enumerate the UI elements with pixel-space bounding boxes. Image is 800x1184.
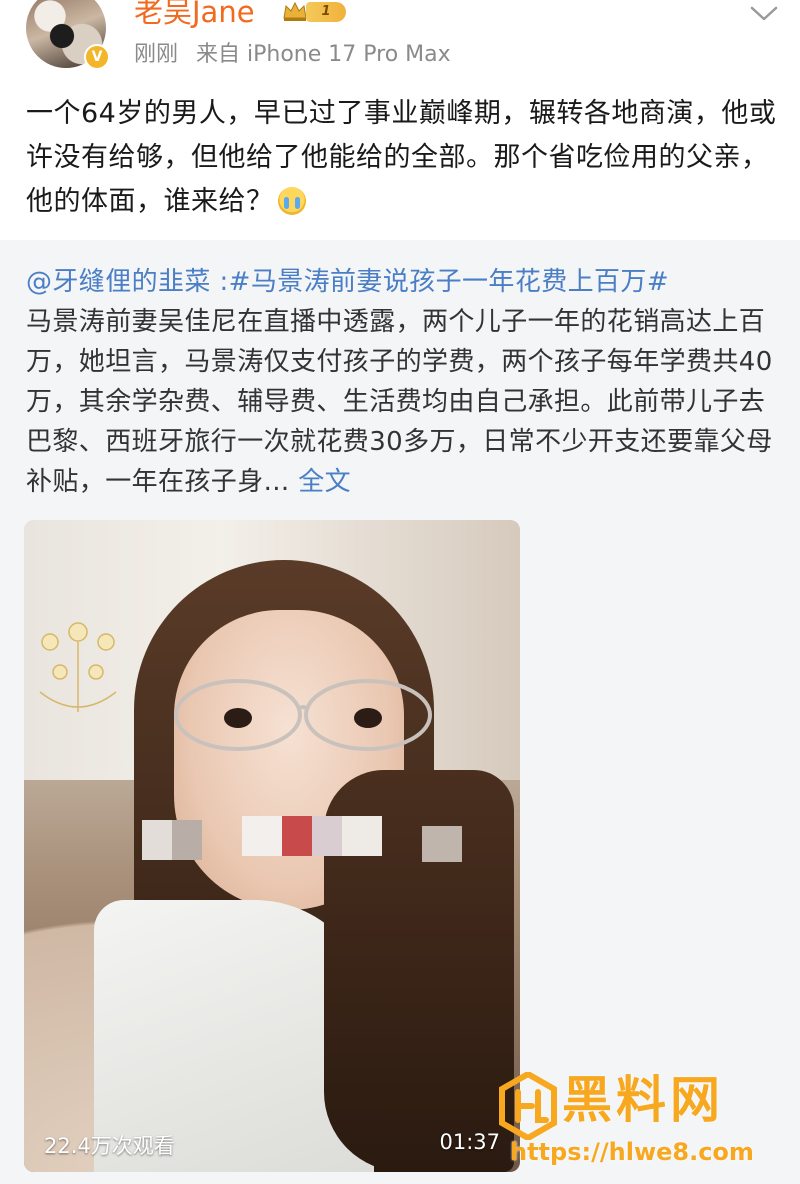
glasses-image	[174, 679, 432, 751]
repost-text: @牙缝俚的韭菜 :#马景涛前妻说孩子一年花费上百万# 马景涛前妻吴佳尼在直播中透露…	[26, 262, 778, 502]
crown-icon	[283, 1, 307, 21]
repost-card[interactable]: @牙缝俚的韭菜 :#马景涛前妻说孩子一年花费上百万# 马景涛前妻吴佳尼在直播中透露…	[0, 240, 800, 1184]
video-player[interactable]: 22.4万次观看 01:37	[24, 520, 520, 1172]
repost-body: 马景涛前妻吴佳尼在直播中透露，两个儿子一年的花销高达上百万，她坦言，马景涛仅支付…	[26, 307, 773, 497]
post-header: V 老吴Jane 1 刚刚 来自 iPhone 17 Pro Max	[0, 0, 800, 86]
post-source: 来自 iPhone 17 Pro Max	[196, 42, 451, 67]
cry-emoji-icon	[277, 187, 306, 215]
mosaic-blur-image	[142, 816, 462, 862]
repost-separator: :	[210, 267, 229, 297]
chevron-down-icon[interactable]	[748, 2, 780, 24]
post-time: 刚刚	[134, 42, 179, 67]
post-meta: 刚刚 来自 iPhone 17 Pro Max	[134, 40, 451, 70]
full-text-link[interactable]: 全文	[298, 467, 351, 497]
repost-mention-link[interactable]: @牙缝俚的韭菜	[26, 267, 211, 297]
view-count: 22.4万次观看	[44, 1134, 175, 1158]
username[interactable]: 老吴Jane	[134, 0, 255, 30]
watermark-url: https://hlwe8.com	[510, 1138, 754, 1166]
watermark-brand: 黑料网	[562, 1071, 724, 1129]
repost-hashtag-link[interactable]: #马景涛前妻说孩子一年花费上百万#	[229, 267, 669, 297]
video-duration: 01:37	[439, 1130, 500, 1154]
level-badge: 1	[306, 2, 346, 22]
watermark-logo-icon	[499, 1072, 557, 1140]
chandelier-image	[39, 622, 117, 712]
post-text: 一个64岁的男人，早已过了事业巅峰期，辗转各地商演，他或许没有给够，但他给了他能…	[26, 92, 780, 224]
verified-badge-icon: V	[84, 44, 110, 70]
post-text-content: 一个64岁的男人，早已过了事业巅峰期，辗转各地商演，他或许没有给够，但他给了他能…	[26, 98, 777, 217]
